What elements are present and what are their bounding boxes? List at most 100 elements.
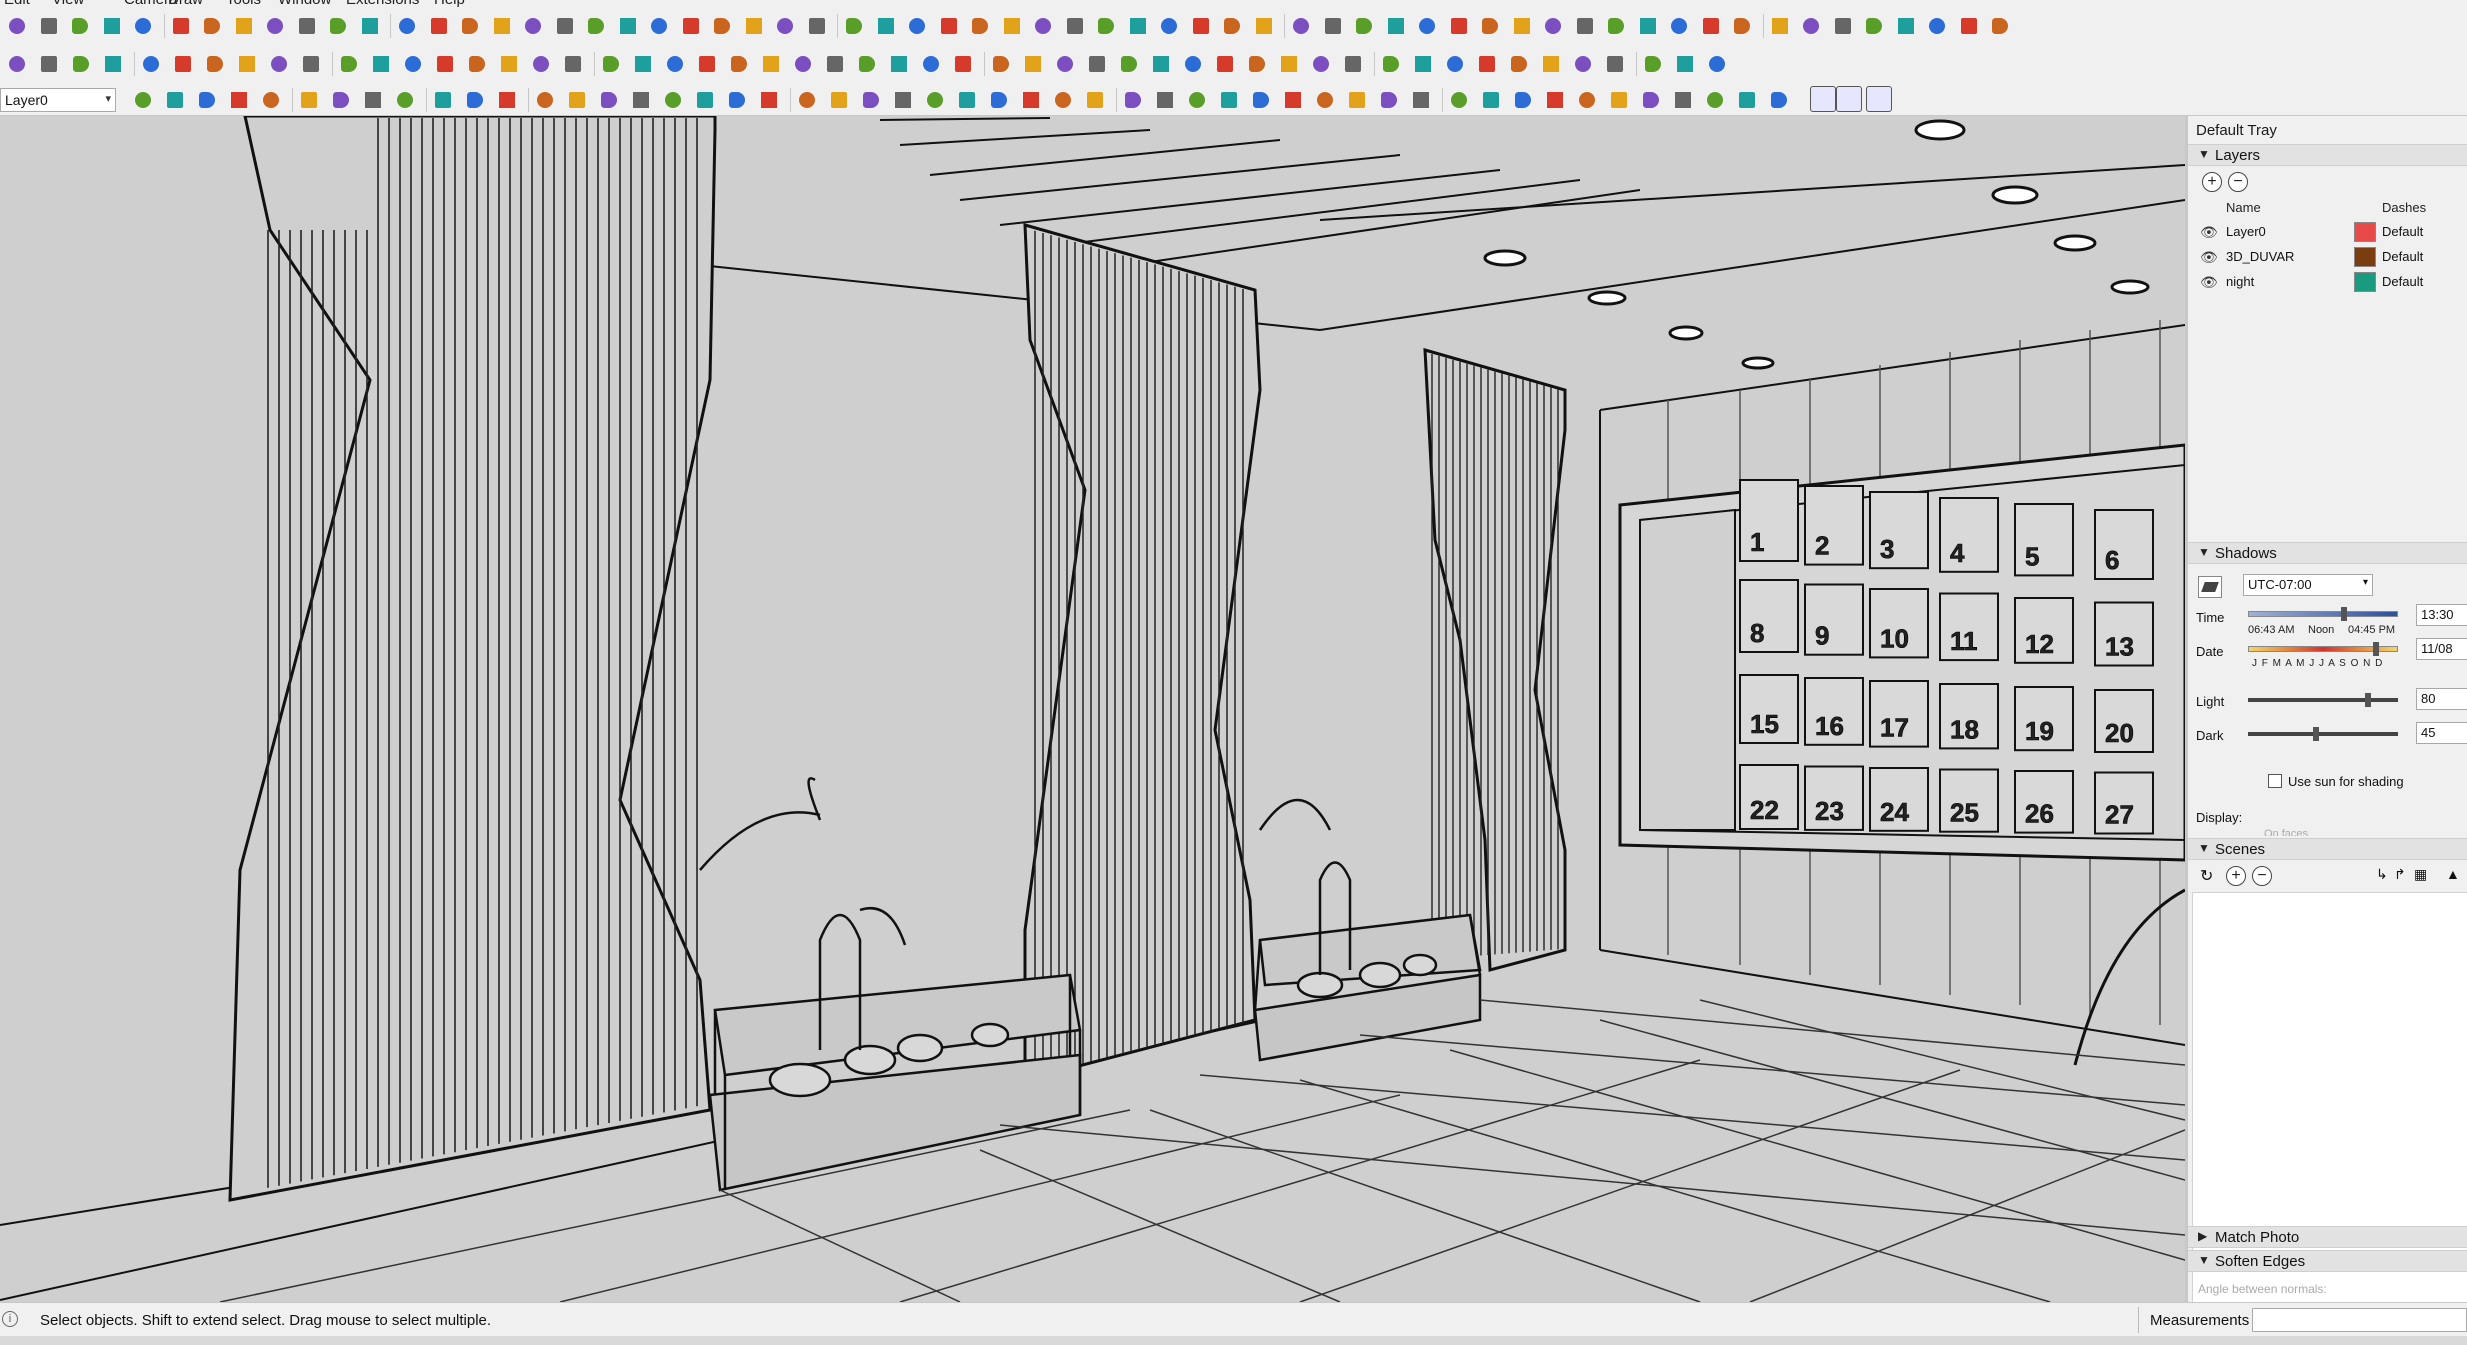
plugin-button-a[interactable] xyxy=(1836,86,1862,112)
render-button[interactable] xyxy=(1810,86,1836,112)
xray-button[interactable] xyxy=(854,51,880,77)
axes-button[interactable] xyxy=(1446,13,1472,39)
layers-button[interactable] xyxy=(1084,51,1110,77)
group-button[interactable] xyxy=(1376,87,1402,113)
eraser-button[interactable] xyxy=(999,13,1025,39)
add-scene-button[interactable]: + xyxy=(2226,866,2246,886)
path-button[interactable] xyxy=(1018,87,1044,113)
open-button[interactable] xyxy=(1446,87,1472,113)
time-input[interactable]: 13:30 xyxy=(2416,604,2467,626)
use-sun-checkbox[interactable] xyxy=(2268,774,2282,788)
camera-button[interactable] xyxy=(1830,13,1856,39)
delete-button[interactable] xyxy=(328,87,354,113)
text-button[interactable] xyxy=(1602,51,1628,77)
panel-header-soften-edges[interactable]: ▼ Soften Edges xyxy=(2188,1250,2467,1272)
shape-button[interactable] xyxy=(68,51,94,77)
scale-button[interactable] xyxy=(1320,13,1346,39)
cut-button[interactable] xyxy=(226,87,252,113)
date-input[interactable]: 11/08 xyxy=(2416,638,2467,660)
polygon-button[interactable] xyxy=(1188,13,1214,39)
push-pull-button[interactable] xyxy=(138,51,164,77)
look-button[interactable] xyxy=(936,13,962,39)
select-button[interactable] xyxy=(4,13,30,39)
light-input[interactable]: 80 xyxy=(2416,688,2467,710)
date-slider-thumb[interactable] xyxy=(2372,642,2379,656)
new-button[interactable] xyxy=(1478,87,1504,113)
style-button[interactable] xyxy=(804,13,830,39)
zoom-button[interactable] xyxy=(1672,51,1698,77)
rotate-button[interactable] xyxy=(1288,13,1314,39)
paste-button[interactable] xyxy=(1606,87,1632,113)
move-scene-down-icon[interactable]: ↳ xyxy=(2376,866,2388,883)
copy-button[interactable] xyxy=(1574,87,1600,113)
walk-button[interactable] xyxy=(1861,13,1887,39)
time-slider-thumb[interactable] xyxy=(2341,607,2347,621)
zoom-button[interactable] xyxy=(615,13,641,39)
offset-button[interactable] xyxy=(1351,13,1377,39)
align-button[interactable] xyxy=(922,87,948,113)
rotate-button[interactable] xyxy=(325,13,351,39)
zoom-button[interactable] xyxy=(1572,13,1598,39)
style-button[interactable] xyxy=(1767,13,1793,39)
layer-select[interactable]: Layer0 ▾ xyxy=(0,88,116,112)
hidden-button[interactable] xyxy=(918,51,944,77)
eraser-button[interactable] xyxy=(1212,51,1238,77)
scale-button[interactable] xyxy=(357,13,383,39)
panel-header-match-photo[interactable]: ▶ Match Photo xyxy=(2188,1226,2467,1248)
shadow-button[interactable] xyxy=(1698,13,1724,39)
menu-tools[interactable]: Tools xyxy=(226,0,261,8)
menu-edit[interactable]: Edit xyxy=(4,0,30,8)
protractor-button[interactable] xyxy=(457,13,483,39)
front-button[interactable] xyxy=(726,51,752,77)
curve-button[interactable] xyxy=(1050,87,1076,113)
select-face-button[interactable] xyxy=(1216,87,1242,113)
line-button[interactable] xyxy=(99,13,125,39)
undo-button[interactable] xyxy=(1670,87,1696,113)
model-info-button[interactable] xyxy=(462,87,488,113)
follow-me-button[interactable] xyxy=(266,51,292,77)
time-slider[interactable] xyxy=(2248,611,2398,617)
mirror-button[interactable] xyxy=(954,87,980,113)
rectangle-button[interactable] xyxy=(1125,13,1151,39)
model-viewport[interactable]: 1 2 3 4 5 6 8 9 10 11 12 13 15 16 17 18 19 20 22 23 24 25 26 27 xyxy=(0,116,2185,1302)
offset-button[interactable] xyxy=(1506,51,1532,77)
extension-button[interactable] xyxy=(560,51,586,77)
axes-button[interactable] xyxy=(489,13,515,39)
component-button[interactable] xyxy=(1635,13,1661,39)
print-button[interactable] xyxy=(1734,87,1760,113)
delete-layer-button[interactable]: − xyxy=(2228,172,2248,192)
line-button[interactable] xyxy=(1062,13,1088,39)
move-button[interactable] xyxy=(1251,13,1277,39)
scene-details-icon[interactable]: ▲ xyxy=(2446,866,2460,882)
move-button[interactable] xyxy=(294,13,320,39)
light-slider-thumb[interactable] xyxy=(2365,693,2371,707)
dark-input[interactable]: 45 xyxy=(2416,722,2467,744)
section-button[interactable] xyxy=(1603,13,1629,39)
panel-header-shadows[interactable]: ▼ Shadows xyxy=(2188,542,2467,564)
arc-button[interactable] xyxy=(1093,13,1119,39)
section-cut-button[interactable] xyxy=(1052,51,1078,77)
new-button[interactable] xyxy=(162,87,188,113)
cleanup-button[interactable] xyxy=(858,87,884,113)
warehouse-button[interactable] xyxy=(528,51,554,77)
wireframe-button[interactable] xyxy=(886,51,912,77)
smooth-button[interactable] xyxy=(826,87,852,113)
chamfer-button[interactable] xyxy=(628,87,654,113)
paint-button[interactable] xyxy=(1030,13,1056,39)
menu-view[interactable]: View xyxy=(52,0,84,8)
scale-button[interactable] xyxy=(1442,51,1468,77)
dimension-button[interactable] xyxy=(368,51,394,77)
walk-button[interactable] xyxy=(904,13,930,39)
print-button[interactable] xyxy=(430,87,456,113)
spline-button[interactable] xyxy=(564,87,590,113)
layer-row[interactable]: 👁 Layer0 Default xyxy=(2194,220,2467,244)
material-button[interactable] xyxy=(1308,51,1334,77)
pan-button[interactable] xyxy=(1540,13,1566,39)
tape-button[interactable] xyxy=(336,51,362,77)
push-pull-button[interactable] xyxy=(1219,13,1245,39)
iso-button[interactable] xyxy=(662,51,688,77)
push-pull-button[interactable] xyxy=(262,13,288,39)
array-button[interactable] xyxy=(986,87,1012,113)
polygon-button[interactable] xyxy=(231,13,257,39)
unlock-button[interactable] xyxy=(1344,87,1370,113)
